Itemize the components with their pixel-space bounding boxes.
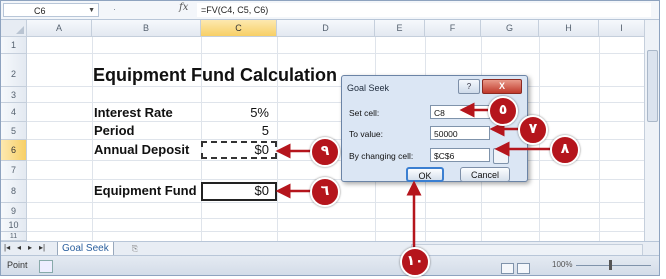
help-button[interactable]: ?	[458, 79, 480, 94]
callout-5: ٥	[488, 96, 518, 126]
close-button[interactable]: X	[482, 79, 522, 94]
row-header-5[interactable]: 5	[1, 122, 27, 140]
period-value[interactable]: 5	[201, 123, 269, 138]
formula-bar: C6 ▼ · fx =FV(C4, C5, C6)	[1, 1, 659, 20]
name-box-value: C6	[34, 6, 46, 16]
view-buttons	[501, 261, 545, 274]
annual-deposit-value[interactable]: $0	[201, 142, 269, 157]
to-value-input[interactable]: 50000	[430, 126, 490, 140]
first-sheet-icon[interactable]: |◂	[4, 243, 10, 252]
annual-deposit-label[interactable]: Annual Deposit	[94, 142, 189, 157]
set-cell-label: Set cell:	[349, 108, 380, 118]
vertical-scrollbar[interactable]	[644, 20, 659, 248]
row-header-8[interactable]: 8	[1, 180, 27, 203]
row-header-3[interactable]: 3	[1, 87, 27, 103]
cancel-button[interactable]: Cancel	[460, 167, 510, 182]
gridline	[27, 53, 659, 54]
select-all-button[interactable]	[1, 20, 27, 37]
insert-function-icon[interactable]: fx	[179, 2, 188, 13]
callout-8: ٨	[550, 135, 580, 165]
dialog-title: Goal Seek	[347, 83, 390, 93]
formula-input[interactable]: =FV(C4, C5, C6)	[197, 3, 651, 17]
sheet-tab-bar: |◂ ◂ ▸ ▸| Goal Seek ⎘	[1, 241, 659, 256]
equipment-fund-label[interactable]: Equipment Fund	[94, 183, 197, 198]
row-header-2[interactable]: 2	[1, 54, 27, 87]
row-header-6[interactable]: 6	[1, 140, 27, 161]
row-header-7[interactable]: 7	[1, 161, 27, 180]
normal-view-icon[interactable]	[501, 263, 514, 274]
zoom-level[interactable]: 100%	[552, 260, 572, 269]
name-box[interactable]: C6 ▼	[3, 3, 99, 17]
column-header-a[interactable]: A	[27, 20, 92, 37]
gridline	[27, 202, 659, 203]
column-header-e[interactable]: E	[375, 20, 425, 37]
goal-seek-dialog: Goal Seek ? X Set cell: C8 To value: 500…	[341, 75, 528, 182]
column-header-d[interactable]: D	[277, 20, 375, 37]
sheet-title[interactable]: Equipment Fund Calculation	[93, 65, 337, 86]
row-header-4[interactable]: 4	[1, 103, 27, 122]
column-header-b[interactable]: B	[92, 20, 201, 37]
ok-button[interactable]: OK	[406, 167, 444, 182]
row-header-10[interactable]: 10	[1, 219, 27, 232]
interest-rate-value[interactable]: 5%	[201, 105, 269, 120]
insert-sheet-icon[interactable]: ⎘	[121, 242, 149, 256]
status-mode: Point	[7, 260, 28, 270]
callout-9: ٩	[310, 137, 340, 167]
page-layout-icon[interactable]	[517, 263, 530, 274]
gridline	[27, 231, 659, 232]
last-sheet-icon[interactable]: ▸|	[39, 243, 45, 252]
period-label[interactable]: Period	[94, 123, 134, 138]
scrollbar-thumb[interactable]	[647, 50, 658, 122]
column-header-c[interactable]: C	[201, 20, 277, 37]
row-header-1[interactable]: 1	[1, 37, 27, 54]
zoom-slider-knob[interactable]	[609, 260, 612, 270]
by-changing-label: By changing cell:	[349, 151, 414, 161]
formula-bar-separator-icon: ·	[113, 4, 116, 14]
equipment-fund-value[interactable]: $0	[201, 183, 269, 198]
column-header-i[interactable]: I	[599, 20, 645, 37]
row-header-11[interactable]: 11	[1, 232, 27, 241]
prev-sheet-icon[interactable]: ◂	[17, 243, 21, 252]
by-changing-input[interactable]: $C$6	[430, 148, 490, 162]
to-value-label: To value:	[349, 129, 384, 139]
callout-6: ٦	[310, 177, 340, 207]
macro-record-icon[interactable]	[39, 260, 53, 273]
callout-7: ٧	[518, 115, 548, 145]
interest-rate-label[interactable]: Interest Rate	[94, 105, 173, 120]
column-header-f[interactable]: F	[425, 20, 481, 37]
row-header-9[interactable]: 9	[1, 203, 27, 219]
chevron-down-icon[interactable]: ▼	[88, 4, 95, 18]
tab-goal-seek[interactable]: Goal Seek	[57, 242, 114, 256]
column-header-h[interactable]: H	[539, 20, 599, 37]
zoom-slider[interactable]	[576, 265, 651, 266]
next-sheet-icon[interactable]: ▸	[28, 243, 32, 252]
gridline	[27, 218, 659, 219]
column-header-g[interactable]: G	[481, 20, 539, 37]
callout-10: ١٠	[400, 247, 430, 277]
collapse-dialog-icon[interactable]	[493, 148, 509, 164]
set-cell-input[interactable]: C8	[430, 105, 490, 119]
status-bar: Point 100%	[1, 255, 659, 275]
